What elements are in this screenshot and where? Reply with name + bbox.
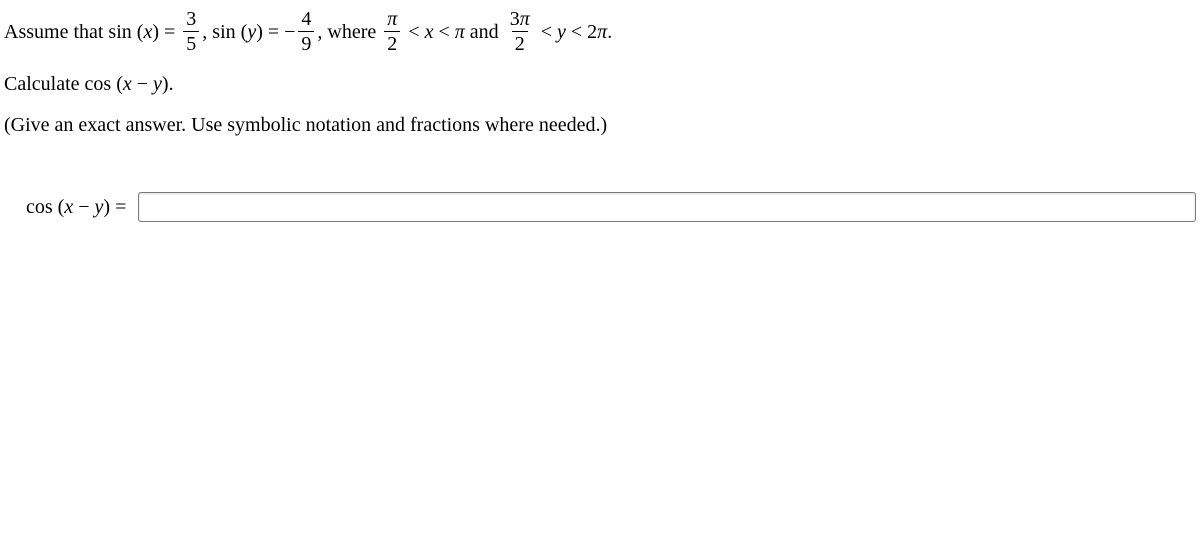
problem-statement-line2: Calculate cos (x − y). <box>4 73 1196 96</box>
var-x: x <box>64 196 73 218</box>
text-assume: Assume that sin <box>4 22 132 42</box>
answer-row: cos (x − y) = <box>4 192 1196 222</box>
text-where: , where <box>317 22 381 42</box>
lt: < <box>403 22 424 42</box>
var-x: x <box>123 73 132 95</box>
open-paren: ( <box>53 196 65 218</box>
close-paren: ). <box>162 73 174 95</box>
problem-statement-line1: Assume that sin ( x ) = 3 5 , sin ( y ) … <box>4 8 1196 55</box>
var-y: y <box>153 73 162 95</box>
denominator: 9 <box>298 31 314 55</box>
close-eq: ) = <box>152 22 180 42</box>
var-y: y <box>557 22 566 42</box>
pi: π <box>455 22 465 42</box>
cos-text: cos <box>26 196 53 218</box>
minus: − <box>132 73 153 95</box>
var-x: x <box>425 22 434 42</box>
and: and <box>465 22 504 42</box>
numerator: 3 <box>183 8 199 31</box>
open-paren: ( <box>111 73 123 95</box>
answer-input[interactable] <box>138 192 1196 222</box>
lt-2pi: < 2 <box>566 22 597 42</box>
lt: < <box>433 22 454 42</box>
numerator: 3π <box>507 8 533 31</box>
numerator: 4 <box>298 8 314 31</box>
fraction-3-5: 3 5 <box>183 8 199 55</box>
lt: < <box>536 22 557 42</box>
fraction-pi-2: π 2 <box>384 8 400 55</box>
denominator: 2 <box>384 31 400 55</box>
instruction-text: (Give an exact answer. Use symbolic nota… <box>4 114 1196 137</box>
var-y: y <box>247 22 256 42</box>
denominator: 2 <box>512 31 528 55</box>
minus: − <box>73 196 94 218</box>
var-x: x <box>143 22 152 42</box>
text-calculate: Calculate cos <box>4 73 111 95</box>
open-paren: ( <box>132 22 144 42</box>
close-eq: ) = <box>103 196 126 218</box>
text-comma-sin: , sin <box>202 22 235 42</box>
fraction-3pi-2: 3π 2 <box>507 8 533 55</box>
open-paren-y: ( <box>236 22 248 42</box>
pi: π <box>597 22 607 42</box>
answer-label: cos (x − y) = <box>26 196 126 219</box>
numerator: π <box>384 8 400 31</box>
period: . <box>607 22 612 42</box>
denominator: 5 <box>183 31 199 55</box>
close-eq-neg: ) = − <box>256 22 295 42</box>
fraction-4-9: 4 9 <box>298 8 314 55</box>
